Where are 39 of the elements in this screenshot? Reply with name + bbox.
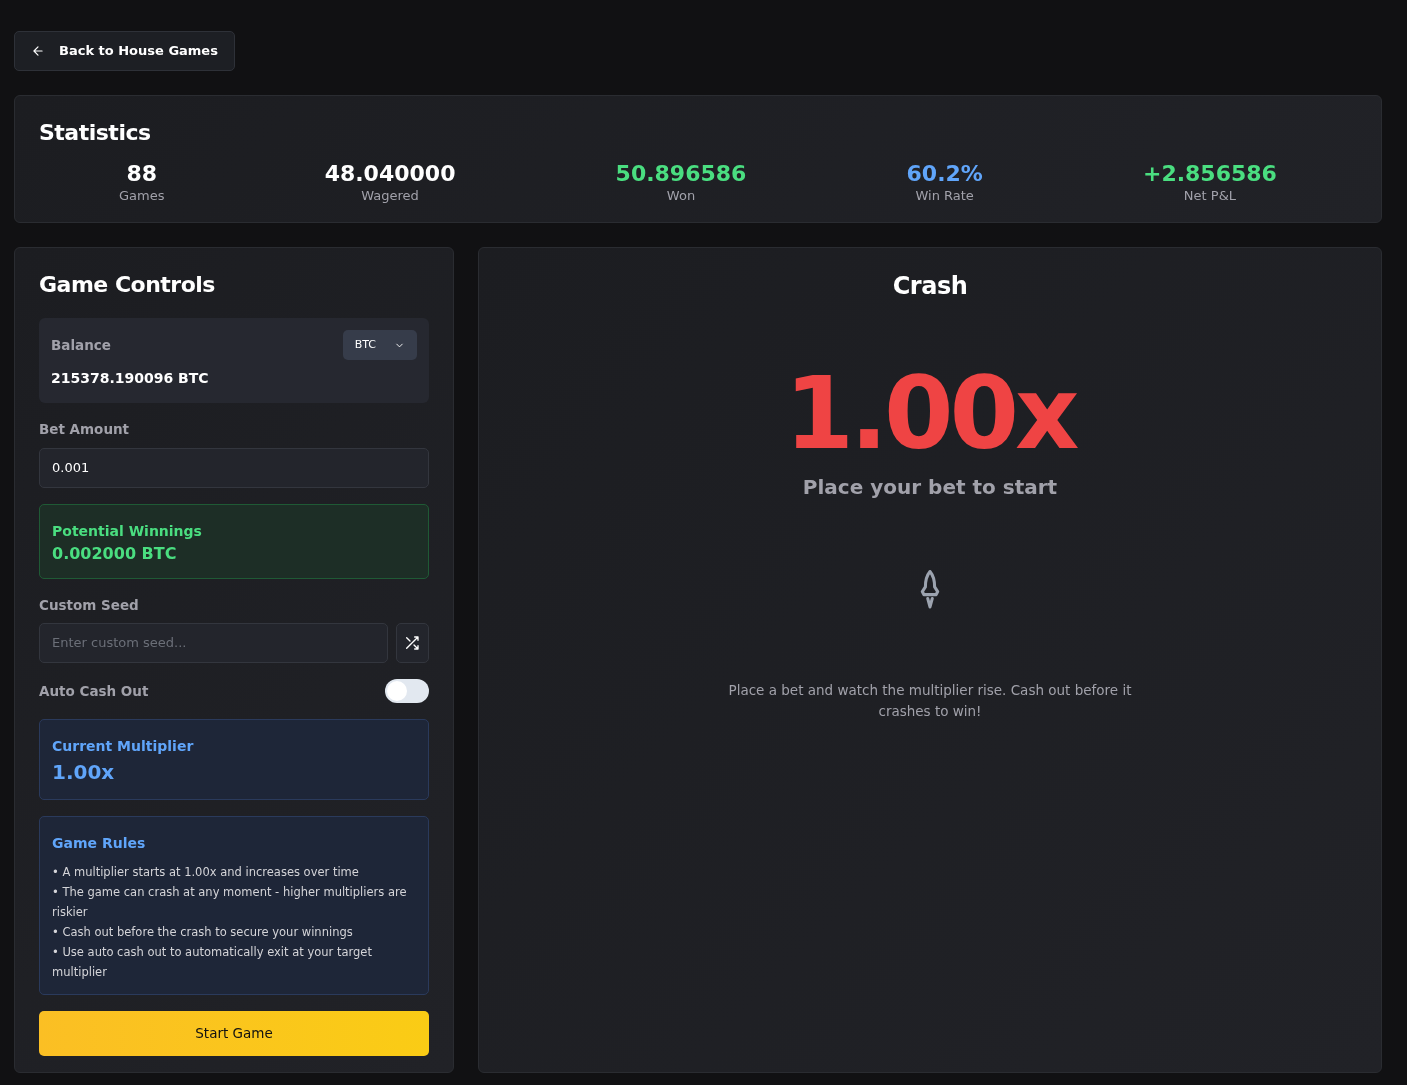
stat-value: 88: [125, 161, 159, 187]
statistics-title: Statistics: [39, 119, 152, 146]
stat-label: Won: [665, 187, 697, 206]
controls-title: Game Controls: [39, 271, 216, 298]
stat-value: 48.040000: [323, 161, 457, 187]
start-game-button[interactable]: Start Game: [39, 1010, 429, 1056]
winnings-value: 0.002000 BTC: [52, 542, 178, 565]
stat-label: Wagered: [360, 187, 420, 206]
stat-value: 50.896586: [614, 161, 748, 187]
shuffle-icon: [404, 634, 421, 651]
game-title: Crash: [892, 271, 968, 301]
auto-cash-out-toggle[interactable]: [385, 678, 429, 703]
stat-label: Win Rate: [914, 187, 975, 206]
rule-text: • Use auto cash out to automatically exit at your target multiplier: [52, 943, 373, 981]
shuffle-button[interactable]: [395, 622, 429, 663]
stat-label: Net P&L: [1182, 187, 1237, 206]
multiplier-label: Current Multiplier: [52, 736, 195, 756]
back-button[interactable]: Back to House Games: [14, 31, 235, 71]
stat-value: +2.856586: [1141, 161, 1278, 187]
game-description: Place a bet and watch the multiplier rise. Cash out before it crashes to win!: [727, 681, 1133, 721]
status-text: Place your bet to start: [802, 474, 1058, 502]
crash-multiplier: 1.00x: [784, 364, 1076, 465]
balance-value: 215378.190096 BTC: [51, 369, 210, 389]
currency-dropdown[interactable]: BTC: [342, 329, 417, 361]
winnings-label: Potential Winnings: [52, 521, 203, 541]
custom-seed-field[interactable]: Enter custom seed...: [39, 622, 388, 663]
auto-cash-out-label: Auto Cash Out: [39, 681, 149, 701]
bet-amount-label: Bet Amount: [39, 420, 131, 440]
multiplier-value: 1.00x: [52, 758, 116, 786]
rule-text: • The game can crash at any moment - higher multipliers are riskier: [52, 883, 408, 921]
custom-seed-label: Custom Seed: [39, 595, 140, 615]
bet-amount-field[interactable]: 0.001: [39, 447, 429, 488]
rule-text: • A multiplier starts at 1.00x and increases over time: [52, 863, 360, 881]
stat-value: 60.2%: [905, 161, 984, 187]
stat-label: Games: [118, 187, 166, 206]
rules-title: Game Rules: [52, 833, 147, 853]
back-arrow-icon: [31, 43, 45, 58]
rule-text: • Cash out before the crash to secure your winnings: [52, 923, 354, 941]
balance-label: Balance: [51, 336, 111, 356]
